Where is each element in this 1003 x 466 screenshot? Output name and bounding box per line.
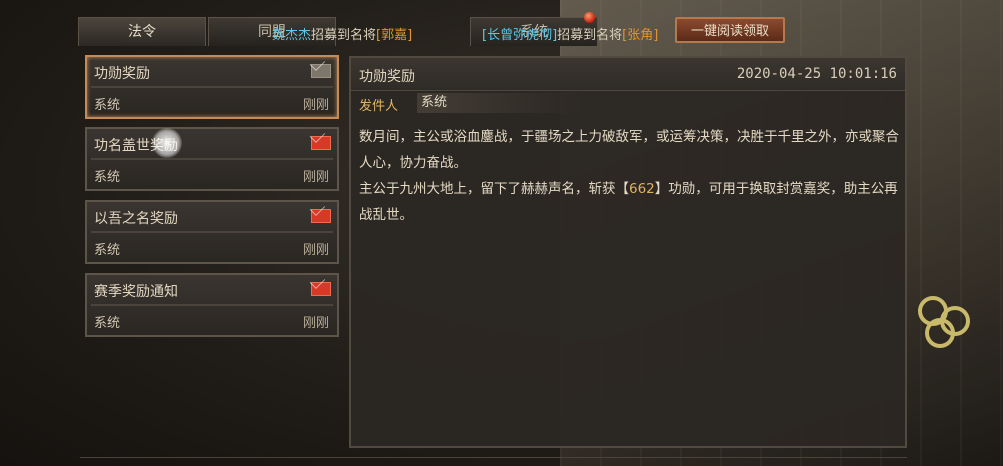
- divider: [91, 231, 333, 233]
- mail-sender: 系统: [94, 170, 121, 185]
- envelope-unread-icon: [311, 136, 331, 150]
- news-ticker-1: 魏杰杰招募到名将[郭嘉]: [272, 24, 412, 43]
- envelope-open-icon: [311, 64, 331, 78]
- mail-time: 刚刚: [302, 316, 329, 331]
- divider: [91, 86, 333, 88]
- mail-item[interactable]: 以吾之名奖励 系统 刚刚: [85, 200, 339, 264]
- news-general: [郭嘉]: [376, 28, 413, 43]
- divider: [91, 158, 333, 160]
- body-paragraph-1: 数月间，主公或浴血鏖战，于疆场之上力破敌军，或运筹决策，决胜于千里之外，亦或聚合…: [359, 129, 899, 171]
- envelope-unread-icon: [311, 209, 331, 223]
- decor-ring: [925, 318, 955, 348]
- notification-dot: [584, 12, 595, 23]
- divider: [91, 304, 333, 306]
- mail-item[interactable]: 功勋奖励 系统 刚刚: [85, 55, 339, 119]
- news-text: 招募到名将: [311, 28, 377, 43]
- mail-sender: 系统: [94, 243, 121, 258]
- tab-decree[interactable]: 法令: [78, 17, 206, 46]
- mail-time: 刚刚: [302, 243, 329, 258]
- news-player-name: 魏杰杰: [272, 28, 312, 43]
- mail-item[interactable]: 赛季奖励通知 系统 刚刚: [85, 273, 339, 337]
- detail-date: 2020-04-25 10:01:16: [736, 66, 897, 82]
- envelope-unread-icon: [311, 282, 331, 296]
- mail-detail-panel: 功勋奖励 2020-04-25 10:01:16 发件人 系统 数月间，主公或浴…: [349, 56, 907, 448]
- detail-title: 功勋奖励: [359, 69, 415, 85]
- reward-amount: 662: [629, 181, 655, 197]
- news-player-name: [长曾弥虎彻]: [482, 28, 558, 43]
- mail-time: 刚刚: [302, 170, 329, 185]
- news-ticker-2: [长曾弥虎彻]招募到名将[张角]: [482, 24, 658, 43]
- sender-label: 发件人: [359, 99, 399, 114]
- news-general: [张角]: [622, 28, 659, 43]
- mail-body: 数月间，主公或浴血鏖战，于疆场之上力破敌军，或运筹决策，决胜于千里之外，亦或聚合…: [359, 124, 901, 228]
- sender-value: 系统: [417, 93, 581, 113]
- mail-sender: 系统: [94, 98, 121, 113]
- mail-item[interactable]: 功名盖世奖励 系统 刚刚: [85, 127, 339, 191]
- mail-sender: 系统: [94, 316, 121, 331]
- mail-title: 以吾之名奖励: [94, 211, 178, 227]
- mail-time: 刚刚: [302, 98, 329, 113]
- mail-title: 功勋奖励: [94, 66, 150, 82]
- footer-divider: [80, 457, 907, 458]
- touch-cursor: [152, 128, 182, 158]
- body-text: 主公于九州大地上，留下了赫赫声名，斩获【: [359, 181, 629, 197]
- news-text: 招募到名将: [557, 28, 623, 43]
- read-all-button[interactable]: 一键阅读领取: [675, 17, 785, 43]
- body-paragraph-2: 主公于九州大地上，留下了赫赫声名，斩获【662】功勋，可用于换取封赏嘉奖，助主公…: [359, 176, 901, 228]
- detail-header: 功勋奖励 2020-04-25 10:01:16: [351, 58, 905, 91]
- mail-title: 赛季奖励通知: [94, 284, 178, 300]
